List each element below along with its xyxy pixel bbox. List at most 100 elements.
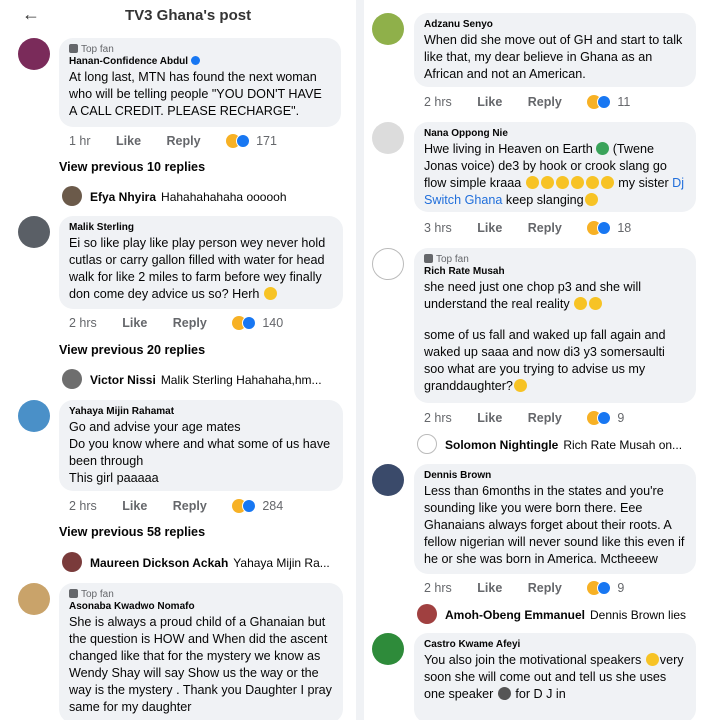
avatar[interactable] (417, 604, 437, 624)
comment-bubble: Castro Kwame Afeyi You also join the mot… (414, 633, 696, 720)
reaction-icons[interactable] (587, 581, 613, 595)
column-divider (356, 0, 364, 720)
view-previous-replies[interactable]: View previous 20 replies (59, 343, 205, 357)
comment-time: 3 hrs (424, 221, 452, 235)
avatar[interactable] (372, 248, 404, 280)
avatar[interactable] (18, 38, 50, 70)
reaction-icons[interactable] (587, 411, 613, 425)
comment-bubble: Dennis Brown Less than 6months in the st… (414, 464, 696, 574)
comment-text: When did she move out of GH and start to… (424, 33, 683, 81)
like-icon (242, 316, 257, 330)
top-fan-badge: Top fan (424, 254, 686, 265)
comment-time: 1 hr (69, 134, 91, 148)
reaction-icons[interactable] (232, 499, 258, 513)
laugh-emoji-icon (513, 379, 527, 392)
reaction-count: 9 (617, 411, 625, 425)
comment-time: 2 hrs (424, 95, 452, 109)
reaction-icons[interactable] (587, 221, 613, 235)
reaction-icons[interactable] (226, 134, 252, 148)
reaction-count: 284 (262, 499, 284, 513)
like-button[interactable]: Like (477, 410, 502, 426)
reply-button[interactable]: Reply (167, 133, 201, 149)
reaction-count: 18 (617, 221, 632, 235)
comment-time: 2 hrs (69, 499, 97, 513)
sweat-smile-emoji-icon (584, 193, 598, 206)
like-button[interactable]: Like (477, 580, 502, 596)
reply-preview[interactable]: Victor Nissi Malik Sterling Hahahaha,hm..… (90, 373, 322, 387)
top-fan-icon (69, 589, 78, 598)
avatar[interactable] (417, 434, 437, 454)
like-icon (242, 499, 257, 513)
comment-actions: 2 hrs Like Reply 11 (424, 94, 652, 110)
like-button[interactable]: Like (122, 315, 147, 331)
reply-button[interactable]: Reply (173, 498, 207, 514)
avatar[interactable] (18, 216, 50, 248)
reply-preview[interactable]: Maureen Dickson Ackah Yahaya Mijin Ra... (90, 556, 330, 570)
laugh-emoji-icon (263, 287, 277, 300)
speaker-emoji-icon (497, 687, 511, 700)
comment-author[interactable]: Yahaya Mijin Rahamat (69, 406, 333, 417)
comment-author[interactable]: Rich Rate Musah (424, 266, 686, 277)
globe-emoji-icon (596, 142, 610, 155)
back-arrow-icon[interactable]: ← (22, 4, 40, 25)
grin-emoji-icon (570, 176, 584, 189)
reaction-count: 9 (617, 581, 625, 595)
reply-button[interactable]: Reply (528, 580, 562, 596)
reply-preview[interactable]: Solomon Nightingle Rich Rate Musah on... (445, 438, 682, 452)
avatar[interactable] (372, 122, 404, 154)
post-header: ← TV3 Ghana's post (0, 0, 356, 32)
comment-time: 2 hrs (69, 316, 97, 330)
reply-button[interactable]: Reply (528, 410, 562, 426)
comment-author[interactable]: Castro Kwame Afeyi (424, 639, 686, 650)
verified-icon (191, 56, 201, 65)
like-icon (597, 95, 612, 109)
like-button[interactable]: Like (477, 220, 502, 236)
comment-actions: 2 hrs Like Reply 140 (69, 315, 305, 331)
view-previous-replies[interactable]: View previous 58 replies (59, 525, 205, 539)
reply-button[interactable]: Reply (173, 315, 207, 331)
comment-author[interactable]: Malik Sterling (69, 222, 333, 233)
view-previous-replies[interactable]: View previous 10 replies (59, 160, 205, 174)
avatar[interactable] (18, 400, 50, 432)
avatar[interactable] (62, 369, 82, 389)
comment-author[interactable]: Nana Oppong Nie (424, 128, 686, 139)
laugh-emoji-icon (589, 297, 603, 310)
comment-actions: 2 hrs Like Reply 284 (69, 498, 305, 514)
laugh-emoji-icon (540, 176, 554, 189)
top-fan-icon (424, 254, 433, 263)
reaction-icons[interactable] (232, 316, 258, 330)
comment-author[interactable]: Dennis Brown (424, 470, 686, 481)
comment-text: At long last, MTN has found the next wom… (69, 70, 322, 118)
comment-author[interactable]: Asonaba Kwadwo Nomafo (69, 601, 333, 612)
reply-button[interactable]: Reply (528, 94, 562, 110)
avatar[interactable] (372, 633, 404, 665)
comment-text: You also join the motivational speakers … (424, 653, 684, 701)
reply-preview[interactable]: Amoh-Obeng Emmanuel Dennis Brown lies (445, 608, 686, 622)
comment-text-line: Do you know where and what some of us ha… (69, 437, 331, 468)
like-button[interactable]: Like (116, 133, 141, 149)
like-icon (597, 581, 612, 595)
comment-text: Less than 6months in the states and you'… (424, 484, 685, 566)
comment-text-line: Go and advise your age mates (69, 420, 241, 434)
reaction-icons[interactable] (587, 95, 613, 109)
like-icon (236, 134, 251, 148)
comment-bubble: Adzanu Senyo When did she move out of GH… (414, 13, 696, 87)
avatar[interactable] (62, 186, 82, 206)
comment-author[interactable]: Adzanu Senyo (424, 19, 686, 30)
reply-preview[interactable]: Efya Nhyira Hahahahahaha oooooh (90, 190, 287, 204)
like-icon (597, 221, 612, 235)
grin-emoji-icon (555, 176, 569, 189)
avatar[interactable] (62, 552, 82, 572)
comment-actions: 2 hrs Like Reply 9 (424, 580, 646, 596)
reply-button[interactable]: Reply (528, 220, 562, 236)
like-button[interactable]: Like (122, 498, 147, 514)
comment-author[interactable]: Hanan-Confidence Abdul (69, 56, 331, 67)
laugh-emoji-icon (645, 653, 659, 666)
laugh-emoji-icon (525, 176, 539, 189)
comment-actions: 3 hrs Like Reply 18 (424, 220, 653, 236)
like-button[interactable]: Like (477, 94, 502, 110)
comment-text: some of us fall and waked up fall again … (424, 328, 666, 393)
avatar[interactable] (372, 13, 404, 45)
avatar[interactable] (18, 583, 50, 615)
avatar[interactable] (372, 464, 404, 496)
